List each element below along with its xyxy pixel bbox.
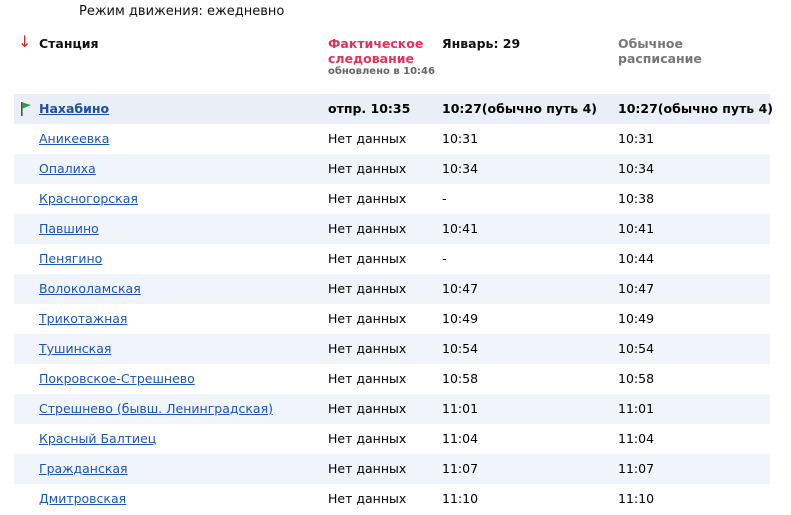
table-row: Нахабино отпр. 10:35 10:27(обычно путь 4) 1… [14,94,773,124]
actual-time: Нет данных [328,431,407,446]
actual-time: Нет данных [328,161,407,176]
regular-time: 10:54 [618,341,655,356]
table-row: Дмитровская Нет данных 11:10 11:10 [14,484,770,514]
table-row: Пенягино Нет данных - 10:44 [14,244,770,274]
date-time: - [442,191,447,206]
table-body: Нахабино отпр. 10:35 10:27(обычно путь 4) 1… [14,94,773,514]
actual-time: Нет данных [328,341,407,356]
station-link[interactable]: Волоколамская [39,274,141,304]
station-link[interactable]: Павшино [39,214,99,244]
station-link[interactable]: Аникеевка [39,124,109,154]
table-row: Красногорская Нет данных - 10:38 [14,184,770,214]
date-time: 10:47 [442,281,479,296]
regular-time: 10:49 [618,311,655,326]
regular-time: 10:58 [618,371,655,386]
actual-time: Нет данных [328,131,407,146]
header-regular-schedule: Обычное расписание [618,36,702,66]
date-time: 11:07 [442,461,479,476]
station-link[interactable]: Красногорская [39,184,138,214]
station-link[interactable]: Красный Балтиец [39,424,156,454]
regular-time: 11:04 [618,431,655,446]
station-link[interactable]: Нахабино [39,94,109,124]
actual-time: Нет данных [328,401,407,416]
actual-time: Нет данных [328,371,407,386]
header-actual-label: Фактическое следование [328,36,424,66]
date-time: 10:34 [442,161,479,176]
date-time: 10:27(обычно путь 4) [442,101,597,116]
start-flag-icon [21,102,31,116]
date-time: 10:31 [442,131,479,146]
header-date: Январь: 29 [442,36,521,51]
table-row: Павшино Нет данных 10:41 10:41 [14,214,770,244]
actual-time: отпр. 10:35 [328,101,411,116]
date-time: 11:10 [442,491,479,506]
table-row: Тушинская Нет данных 10:54 10:54 [14,334,770,364]
station-link[interactable]: Покровское-Стрешнево [39,364,195,394]
regular-time: 10:41 [618,221,655,236]
table-row: Трикотажная Нет данных 10:49 10:49 [14,304,770,334]
regular-time: 10:47 [618,281,655,296]
header-station: Станция [39,36,99,51]
station-link[interactable]: Опалиха [39,154,96,184]
actual-time: Нет данных [328,461,407,476]
table-row: Красный Балтиец Нет данных 11:04 11:04 [14,424,770,454]
regular-time: 11:10 [618,491,655,506]
table-row: Покровское-Стрешнево Нет данных 10:58 10:58 [14,364,770,394]
table-row: Гражданская Нет данных 11:07 11:07 [14,454,770,484]
date-time: 10:41 [442,221,479,236]
station-link[interactable]: Дмитровская [39,484,126,514]
regular-time: 10:27(обычно путь 4) [618,101,773,116]
table-row: Волоколамская Нет данных 10:47 10:47 [14,274,770,304]
date-time: 10:49 [442,311,479,326]
date-time: 10:58 [442,371,479,386]
actual-time: Нет данных [328,281,407,296]
actual-time: Нет данных [328,311,407,326]
schedule-mode-text: Режим движения: ежедневно [79,4,285,19]
station-link[interactable]: Пенягино [39,244,102,274]
table-row: Аникеевка Нет данных 10:31 10:31 [14,124,770,154]
station-link[interactable]: Стрешнево (бывш. Ленинградская) [39,394,273,424]
schedule-table: ↓ Станция Фактическое следование обновле… [14,34,773,514]
regular-time: 11:01 [618,401,655,416]
date-time: - [442,251,447,266]
table-row: Стрешнево (бывш. Ленинградская) Нет данны… [14,394,770,424]
regular-time: 11:07 [618,461,655,476]
station-link[interactable]: Гражданская [39,454,128,484]
date-time: 11:04 [442,431,479,446]
regular-time: 10:38 [618,191,655,206]
date-time: 11:01 [442,401,479,416]
header-actual: Фактическое следование обновлено в 10:46 [328,36,438,77]
header-updated-time: обновлено в 10:46 [328,66,435,77]
table-row: Опалиха Нет данных 10:34 10:34 [14,154,770,184]
table-header: ↓ Станция Фактическое следование обновле… [14,34,770,94]
actual-time: Нет данных [328,221,407,236]
sort-down-arrow-icon[interactable]: ↓ [18,34,31,50]
regular-time: 10:44 [618,251,655,266]
station-link[interactable]: Тушинская [39,334,111,364]
actual-time: Нет данных [328,251,407,266]
date-time: 10:54 [442,341,479,356]
regular-time: 10:34 [618,161,655,176]
station-link[interactable]: Трикотажная [39,304,127,334]
actual-time: Нет данных [328,491,407,506]
regular-time: 10:31 [618,131,655,146]
actual-time: Нет данных [328,191,407,206]
